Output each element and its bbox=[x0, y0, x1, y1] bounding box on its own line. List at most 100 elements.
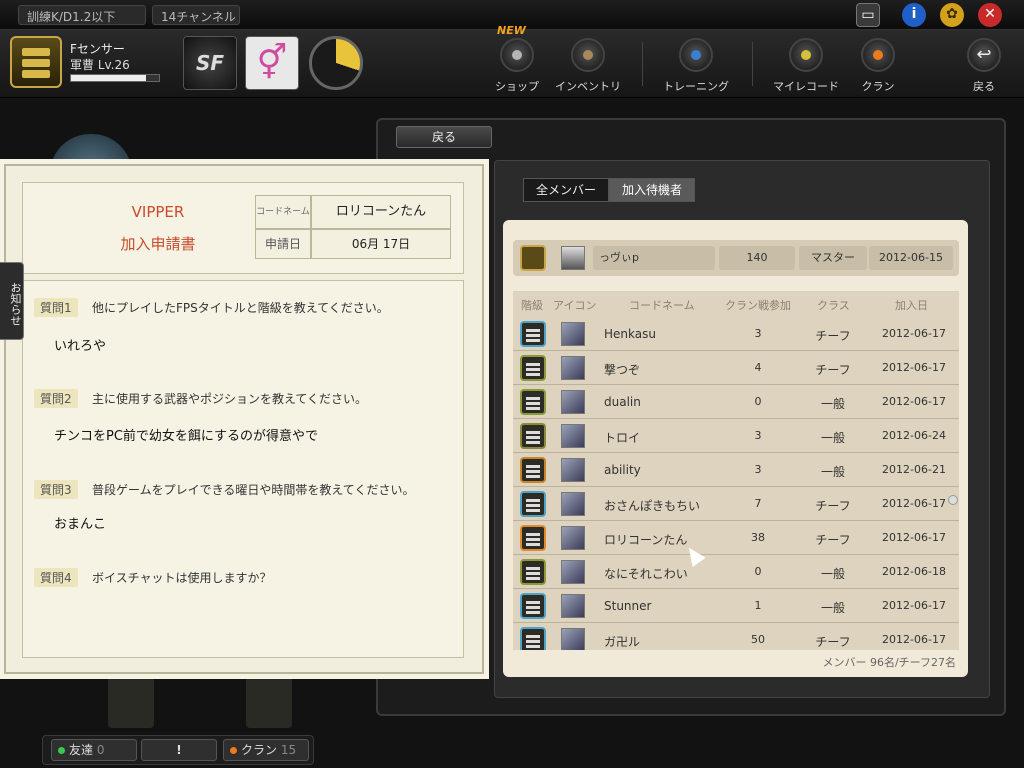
member-class: チーフ bbox=[815, 635, 851, 649]
sf2-logo-icon: SF bbox=[183, 36, 237, 90]
panel-back-button[interactable]: 戻る bbox=[396, 126, 492, 148]
answer-text: おまんこ bbox=[54, 517, 107, 532]
nav-myrecord-button[interactable]: マイレコード bbox=[768, 36, 844, 94]
member-join-date: 2012-06-17 bbox=[882, 327, 946, 340]
member-class: 一般 bbox=[820, 431, 845, 445]
member-avatar bbox=[561, 560, 585, 584]
answer-text: いれろや bbox=[54, 339, 107, 354]
member-row[interactable]: なにそれこわい 0 一般 2012-06-18 bbox=[513, 555, 959, 589]
master-avatar bbox=[561, 246, 585, 270]
rank-emblem bbox=[10, 36, 62, 88]
member-row[interactable]: Henkasu 3 チーフ 2012-06-17 bbox=[513, 317, 959, 351]
member-avatar bbox=[561, 424, 585, 448]
question-text: ボイスチャットは使用しますか？ bbox=[92, 571, 272, 585]
member-join-date: 2012-06-17 bbox=[882, 497, 946, 510]
rank-insignia-icon bbox=[520, 423, 546, 449]
master-class: マスター bbox=[799, 246, 867, 270]
scrollbar-thumb[interactable] bbox=[948, 495, 958, 505]
alert-button[interactable]: ! bbox=[141, 739, 217, 761]
member-class: チーフ bbox=[815, 363, 851, 377]
nav-training-button[interactable]: トレーニング bbox=[658, 36, 734, 94]
member-join-date: 2012-06-24 bbox=[882, 429, 946, 442]
question-text: 普段ゲームをプレイできる曜日や時間帯を教えてください。 bbox=[92, 483, 415, 497]
member-class: 一般 bbox=[820, 397, 845, 411]
info-icon[interactable]: i bbox=[902, 3, 926, 27]
col-clanwar[interactable]: クラン戦参加 bbox=[725, 297, 791, 313]
member-clanwar-count: 50 bbox=[751, 633, 765, 646]
master-rank-icon bbox=[520, 245, 546, 271]
member-row[interactable]: ガ卍ル 50 チーフ 2012-06-17 bbox=[513, 623, 959, 650]
question-label: 質問3 bbox=[34, 480, 78, 499]
nav-myrecord-label: マイレコード bbox=[773, 80, 839, 93]
codename-label: コードネーム bbox=[255, 195, 311, 229]
member-avatar bbox=[561, 322, 585, 346]
col-joindate[interactable]: 加入日 bbox=[895, 297, 928, 313]
member-class: チーフ bbox=[815, 499, 851, 513]
xp-bar bbox=[70, 74, 160, 82]
master-date: 2012-06-15 bbox=[869, 246, 953, 270]
filter-label[interactable]: 訓練K/D1.2以下 bbox=[18, 5, 146, 25]
player-name: Fセンサー bbox=[70, 42, 125, 56]
member-name: トロイ bbox=[604, 431, 641, 445]
friends-label: 友達 bbox=[69, 743, 94, 757]
member-row[interactable]: トロイ 3 一般 2012-06-24 bbox=[513, 419, 959, 453]
member-name: おさんぽきもちい bbox=[604, 499, 701, 513]
rank-insignia-icon bbox=[520, 627, 546, 650]
member-class: チーフ bbox=[815, 329, 851, 343]
nav-divider bbox=[752, 42, 753, 86]
clan-chat-button[interactable]: クラン 15 bbox=[223, 739, 309, 761]
clan-dot-icon bbox=[230, 747, 237, 754]
member-row[interactable]: 撃つぞ 4 チーフ 2012-06-17 bbox=[513, 351, 959, 385]
member-avatar bbox=[561, 594, 585, 618]
member-join-date: 2012-06-18 bbox=[882, 565, 946, 578]
member-name: ロリコーンたん bbox=[604, 533, 688, 547]
member-join-date: 2012-06-17 bbox=[882, 395, 946, 408]
col-icon[interactable]: アイコン bbox=[553, 297, 596, 313]
member-row[interactable]: ロリコーンたん 38 チーフ 2012-06-17 bbox=[513, 521, 959, 555]
question-text: 他にプレイしたFPSタイトルと階級を教えてください。 bbox=[92, 301, 389, 315]
col-rank[interactable]: 階級 bbox=[521, 297, 543, 313]
member-row[interactable]: Stunner 1 一般 2012-06-17 bbox=[513, 589, 959, 623]
date-label: 申請日 bbox=[255, 229, 311, 259]
tab-all-members[interactable]: 全メンバー bbox=[523, 178, 610, 202]
member-name: ガ卍ル bbox=[604, 635, 641, 649]
question-label: 質問4 bbox=[34, 568, 78, 587]
friends-button[interactable]: 友達 0 bbox=[51, 739, 137, 761]
rank-insignia-icon bbox=[520, 321, 546, 347]
nav-inventory-button[interactable]: インベントリ bbox=[550, 36, 626, 94]
nav-back-label: 戻る bbox=[973, 80, 995, 93]
member-avatar bbox=[561, 526, 585, 550]
nav-divider bbox=[642, 42, 643, 86]
member-clanwar-count: 1 bbox=[754, 599, 762, 612]
rank-insignia-icon bbox=[520, 457, 546, 483]
member-join-date: 2012-06-21 bbox=[882, 463, 946, 476]
col-codename[interactable]: コードネーム bbox=[629, 297, 695, 313]
channel-label[interactable]: 14チャンネル bbox=[152, 5, 240, 25]
settings-gear-icon[interactable]: ✿ bbox=[940, 3, 964, 27]
member-row[interactable]: おさんぽきもちい 7 チーフ 2012-06-17 bbox=[513, 487, 959, 521]
screen-icon[interactable]: ▭ bbox=[856, 3, 880, 27]
member-avatar bbox=[561, 356, 585, 380]
clan-name: VIPPER bbox=[131, 203, 185, 221]
rank-insignia-icon bbox=[520, 355, 546, 381]
member-row[interactable]: dualin 0 一般 2012-06-17 bbox=[513, 385, 959, 419]
member-name: Stunner bbox=[604, 599, 652, 613]
member-clanwar-count: 38 bbox=[751, 531, 765, 544]
close-icon[interactable]: ✕ bbox=[978, 3, 1002, 27]
rank-insignia-icon bbox=[520, 525, 546, 551]
notice-side-tab[interactable]: お知らせ bbox=[0, 262, 24, 340]
member-class: 一般 bbox=[820, 465, 845, 479]
friends-count: 0 bbox=[96, 743, 105, 757]
member-row[interactable]: ability 3 一般 2012-06-21 bbox=[513, 453, 959, 487]
member-clanwar-count: 3 bbox=[754, 463, 762, 476]
moon-clock-icon bbox=[309, 36, 363, 90]
tab-pending-applicants[interactable]: 加入待機者 bbox=[609, 178, 696, 202]
member-rows: Henkasu 3 チーフ 2012-06-17 撃つぞ 4 チーフ 2012-06-17 du… bbox=[513, 317, 959, 650]
nav-shop-button[interactable]: ショップ bbox=[479, 36, 555, 94]
clan-count: 15 bbox=[280, 743, 297, 757]
col-class[interactable]: クラス bbox=[817, 297, 850, 313]
nav-clan-button[interactable]: クラン bbox=[840, 36, 916, 94]
character-boots bbox=[108, 672, 318, 728]
nav-back-button[interactable]: ↩ 戻る bbox=[946, 36, 1022, 94]
master-row[interactable]: っヴぃp 140 マスター 2012-06-15 bbox=[513, 240, 959, 276]
